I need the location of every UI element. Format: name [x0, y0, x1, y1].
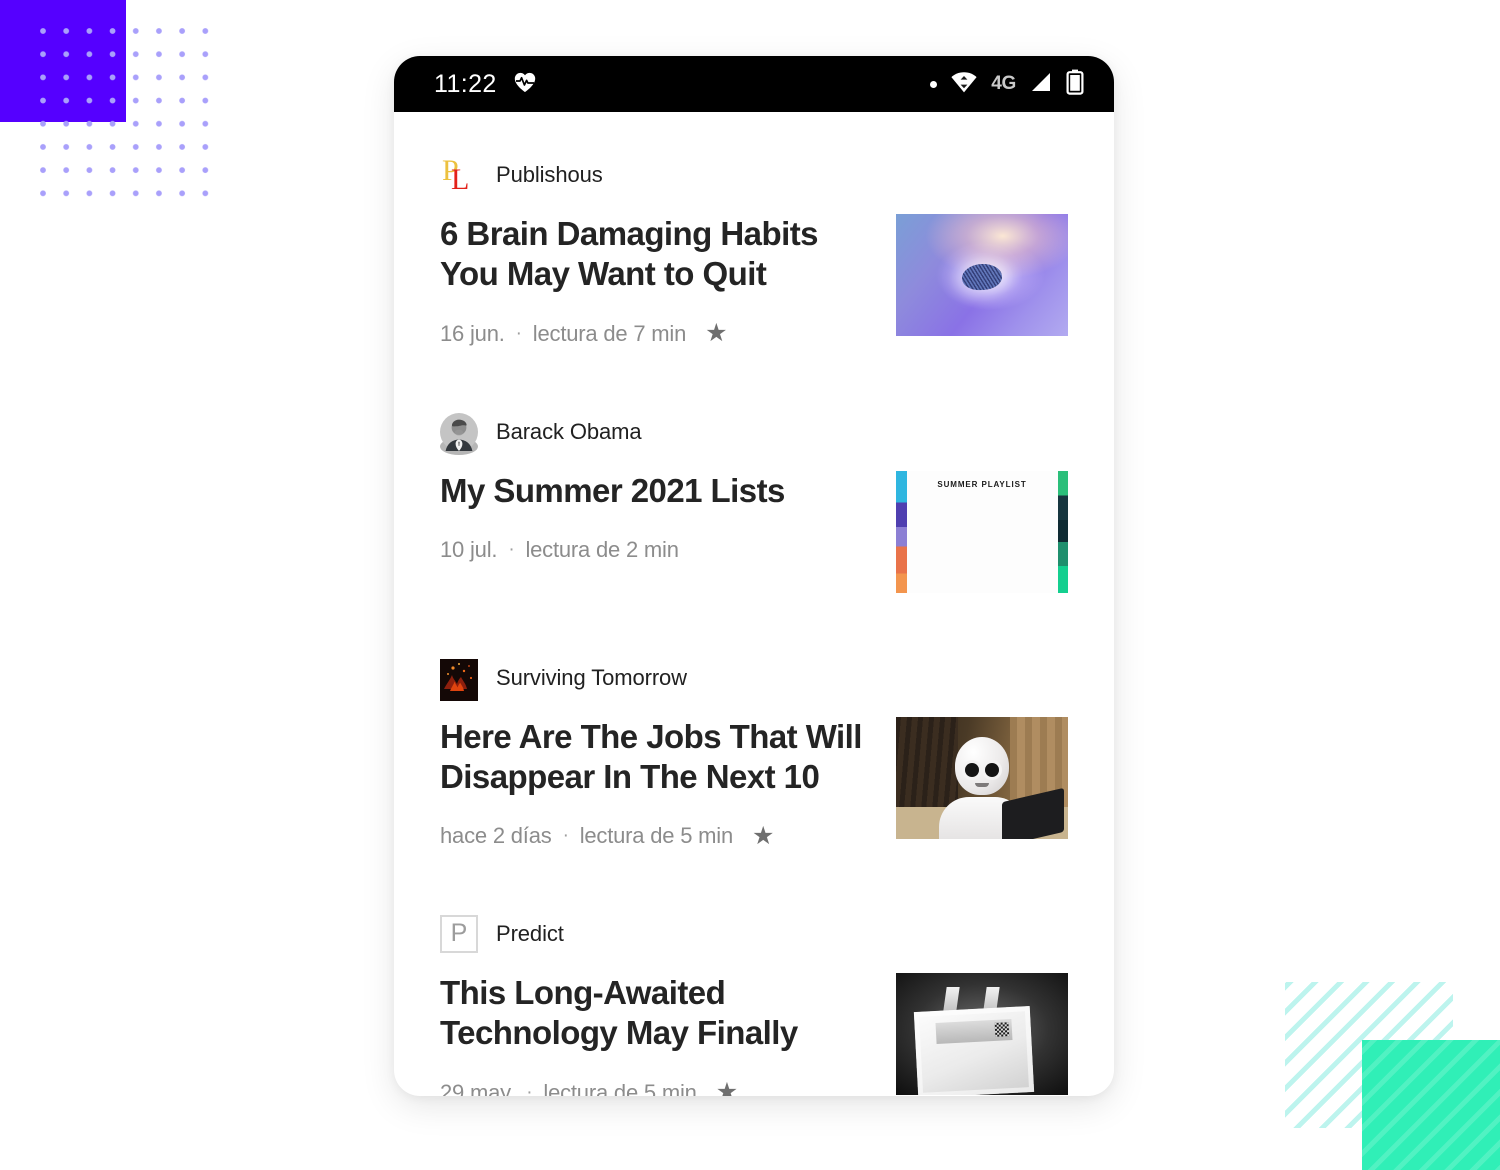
publication-name[interactable]: Publishous: [496, 162, 603, 188]
status-bar-clock: 11:22: [434, 69, 497, 98]
battery-icon: [1066, 69, 1084, 100]
barack-obama-avatar: [440, 412, 478, 455]
article-text-column: My Summer 2021 Lists 10 jul. · lectura d…: [440, 471, 876, 563]
article-title[interactable]: This Long-Awaited Technology May Finally: [440, 973, 800, 1054]
page-root: 11:22 4G P L Publishous 6 Brain Damaging…: [0, 0, 1500, 1170]
star-icon[interactable]: ★: [716, 1080, 738, 1097]
publication-name[interactable]: Predict: [496, 921, 564, 947]
article-read-time: lectura de 7 min: [532, 320, 687, 346]
meta-separator: ·: [562, 825, 569, 846]
robot-eye-left: [965, 762, 979, 777]
article-publication-header[interactable]: P L Publishous: [440, 152, 1068, 198]
article-card[interactable]: Barack Obama My Summer 2021 Lists 10 jul…: [440, 409, 1068, 593]
qr-code-icon: [994, 1022, 1010, 1037]
decor-mint-square: [1362, 1040, 1500, 1170]
article-text-column: Here Are The Jobs That Will Disappear In…: [440, 717, 876, 850]
article-date: hace 2 días: [440, 823, 552, 848]
article-body[interactable]: This Long-Awaited Technology May Finally…: [440, 973, 1068, 1096]
article-publication-header[interactable]: P Predict: [440, 911, 1068, 957]
wifi-transfer-icon: [950, 69, 978, 100]
network-type-label: 4G: [991, 73, 1016, 94]
article-title[interactable]: My Summer 2021 Lists: [440, 471, 870, 511]
playlist-column: [914, 497, 976, 587]
article-date: 16 jun.: [440, 320, 505, 346]
article-publication-header[interactable]: Barack Obama: [440, 409, 1068, 455]
article-thumbnail[interactable]: SUMMER PLAYLIST: [896, 470, 1068, 593]
publication-name[interactable]: Barack Obama: [496, 419, 642, 445]
article-date: 29 may.: [440, 1079, 516, 1097]
article-thumbnail[interactable]: [896, 214, 1068, 336]
article-feed[interactable]: P L Publishous 6 Brain Damaging Habits Y…: [394, 112, 1114, 1096]
phone-mockup: 11:22 4G P L Publishous 6 Brain Damaging…: [394, 56, 1114, 1096]
decor-dot-grid: [40, 28, 218, 198]
article-thumbnail[interactable]: [896, 973, 1068, 1095]
status-bar: 11:22 4G: [394, 56, 1114, 112]
article-card[interactable]: Surviving Tomorrow Here Are The Jobs Tha…: [440, 655, 1068, 850]
article-thumbnail[interactable]: [896, 716, 1068, 839]
surviving-tomorrow-avatar: [440, 658, 478, 701]
brain-graphic: [961, 263, 1003, 292]
playlist-heading: SUMMER PLAYLIST: [937, 479, 1027, 489]
robot-mouth: [975, 782, 989, 787]
article-date: 10 jul.: [440, 536, 498, 562]
notification-dot-icon: [930, 80, 938, 88]
robot-eye-right: [985, 762, 999, 777]
meta-separator: ·: [526, 1081, 533, 1097]
playlist-track-columns: [914, 497, 1050, 587]
article-title[interactable]: 6 Brain Damaging Habits You May Want to …: [440, 214, 870, 295]
article-title[interactable]: Here Are The Jobs That Will Disappear In…: [440, 717, 870, 798]
battery-label: [935, 1019, 1013, 1044]
playlist-left-color-bar: [896, 470, 907, 593]
article-read-time: lectura de 5 min: [543, 1079, 697, 1097]
publication-name[interactable]: Surviving Tomorrow: [496, 665, 687, 691]
robot-head: [955, 736, 1009, 795]
playlist-right-color-bar: [1058, 470, 1068, 593]
article-read-time: lectura de 5 min: [579, 823, 734, 848]
publishous-pl-monogram-icon: P L: [440, 156, 478, 196]
playlist-column: [988, 497, 1050, 587]
heart-pulse-icon: [513, 71, 537, 98]
article-read-time: lectura de 2 min: [525, 536, 679, 562]
battery-pouch-cell: [913, 1006, 1035, 1095]
article-card[interactable]: P L Publishous 6 Brain Damaging Habits Y…: [440, 152, 1068, 347]
meta-separator: ·: [508, 538, 515, 560]
article-body[interactable]: Here Are The Jobs That Will Disappear In…: [440, 716, 1068, 850]
article-text-column: This Long-Awaited Technology May Finally…: [440, 973, 876, 1096]
article-text-column: 6 Brain Damaging Habits You May Want to …: [440, 214, 876, 347]
star-icon[interactable]: ★: [705, 321, 727, 346]
status-bar-left: 11:22: [434, 70, 537, 99]
article-meta: hace 2 días · lectura de 5 min ★: [440, 823, 876, 849]
cellular-signal-icon: [1029, 70, 1053, 99]
meta-separator: ·: [515, 322, 522, 344]
status-bar-right: 4G: [930, 69, 1084, 100]
article-meta: 10 jul. · lectura de 2 min: [440, 537, 876, 563]
article-meta: 16 jun. · lectura de 7 min ★: [440, 321, 876, 347]
article-body[interactable]: 6 Brain Damaging Habits You May Want to …: [440, 214, 1068, 347]
monogram-letter-l: L: [451, 163, 470, 196]
star-icon[interactable]: ★: [752, 823, 774, 849]
article-body[interactable]: My Summer 2021 Lists 10 jul. · lectura d…: [440, 470, 1068, 593]
article-publication-header[interactable]: Surviving Tomorrow: [440, 655, 1068, 701]
article-meta: 29 may. · lectura de 5 min ★: [440, 1080, 876, 1097]
predict-p-square-icon: P: [440, 915, 478, 953]
predict-letter-p: P: [450, 919, 468, 947]
article-card[interactable]: P Predict This Long-Awaited Technology M…: [440, 911, 1068, 1096]
